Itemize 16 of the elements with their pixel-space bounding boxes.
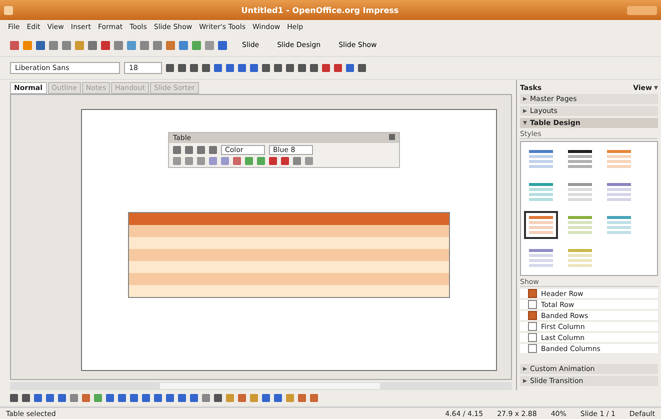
- app-icon: [4, 6, 13, 14]
- table-style-thumbnail[interactable]: [524, 211, 558, 239]
- expander-arrow-icon[interactable]: [523, 367, 527, 371]
- checkbox[interactable]: [528, 289, 537, 298]
- table-drawing[interactable]: [128, 212, 450, 298]
- expander-arrow-icon[interactable]: [523, 97, 527, 101]
- dropdown-arrow-icon[interactable]: [654, 86, 658, 90]
- expander-arrow-icon[interactable]: [523, 121, 527, 125]
- checkbox[interactable]: [528, 333, 537, 342]
- expander-arrow-icon[interactable]: [523, 379, 527, 383]
- expander-arrow-icon[interactable]: [523, 109, 527, 113]
- checkbox[interactable]: [528, 311, 537, 320]
- checkbox[interactable]: [528, 300, 537, 309]
- checkbox[interactable]: [528, 322, 537, 331]
- checkbox[interactable]: [528, 344, 537, 353]
- window-title: Untitled1 - OpenOffice.org Impress: [240, 6, 400, 14]
